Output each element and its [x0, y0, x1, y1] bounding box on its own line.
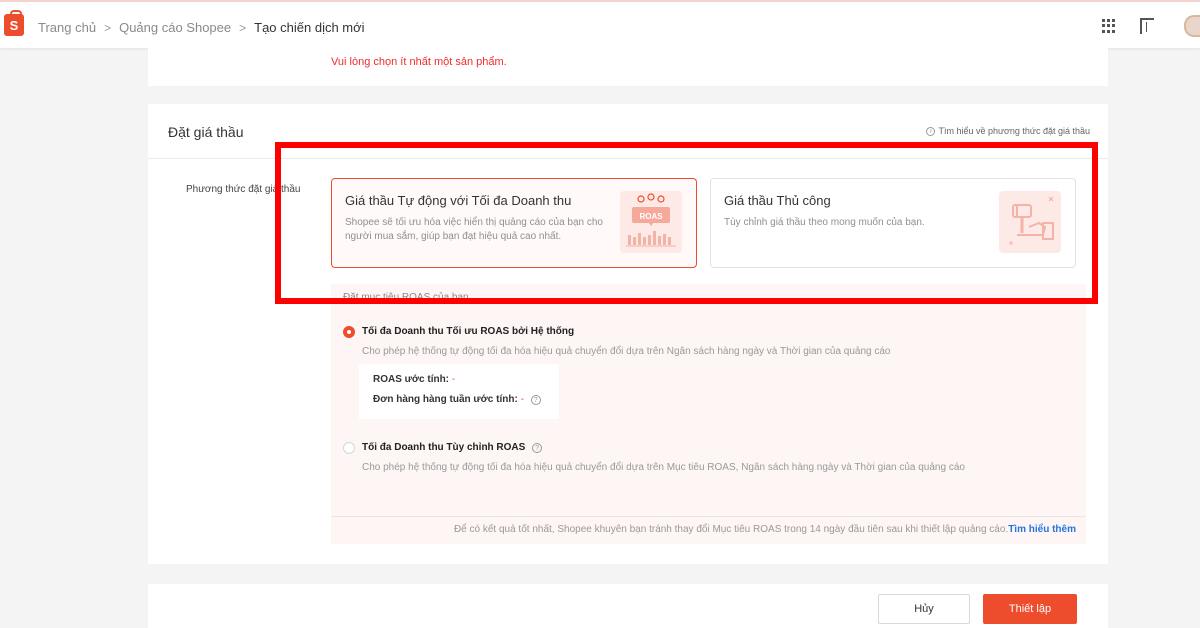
system-roas-description: Cho phép hệ thống tự động tối đa hóa hiệ… — [362, 346, 891, 357]
help-icon[interactable]: ? — [530, 395, 541, 405]
cancel-button[interactable]: Hủy — [878, 594, 970, 624]
divider — [331, 516, 1086, 517]
avatar[interactable] — [1184, 15, 1200, 37]
radio-custom-roas[interactable] — [343, 442, 355, 454]
custom-roas-description: Cho phép hệ thống tự động tối đa hóa hiệ… — [362, 462, 965, 473]
breadcrumb: Trang chủ > Quảng cáo Shopee > Tạo chiến… — [38, 20, 365, 35]
learn-bidding-text: Tìm hiểu về phương thức đặt giá thầu — [938, 126, 1090, 136]
system-roas-title: Tối đa Doanh thu Tối ưu ROAS bởi Hệ thốn… — [362, 326, 575, 337]
estimated-roas: ROAS ước tính: - — [373, 374, 456, 385]
product-section: Vui lòng chọn ít nhất một sản phẩm. — [148, 48, 1108, 86]
shopee-logo-icon[interactable]: S — [4, 10, 24, 36]
custom-roas-title: Tối đa Doanh thu Tùy chỉnh ROAS ? — [362, 442, 543, 453]
roas-tip: Để có kết quả tốt nhất, Shopee khuyên bạ… — [453, 524, 1076, 535]
breadcrumb-home[interactable]: Trang chủ — [38, 20, 96, 35]
roas-metrics-box: ROAS ước tính: - Đơn hàng hàng tuần ước … — [359, 364, 559, 419]
bidding-title: Đặt giá thầu — [168, 124, 244, 140]
highlight-box — [275, 142, 1098, 304]
breadcrumb-current: Tạo chiến dịch mới — [254, 20, 365, 35]
info-icon: i — [926, 126, 936, 136]
guide-book-icon[interactable] — [1140, 18, 1154, 34]
apps-grid-icon[interactable] — [1102, 19, 1116, 33]
action-bar: Hủy Thiết lập — [148, 584, 1108, 628]
estimated-weekly-orders: Đơn hàng hàng tuần ước tính: - ? — [373, 394, 541, 405]
product-error-message: Vui lòng chọn ít nhất một sản phẩm. — [331, 56, 507, 68]
chevron-right-icon: > — [104, 20, 112, 35]
radio-system-roas[interactable] — [343, 326, 355, 338]
setup-button[interactable]: Thiết lập — [983, 594, 1077, 624]
help-icon[interactable]: ? — [532, 443, 543, 453]
breadcrumb-shopee-ads[interactable]: Quảng cáo Shopee — [119, 20, 231, 35]
roas-target-panel: Đặt mục tiêu ROAS của bạn Tối đa Doanh t… — [331, 284, 1086, 544]
learn-bidding-link[interactable]: i Tìm hiểu về phương thức đặt giá thầu — [926, 126, 1090, 136]
learn-more-link[interactable]: Tìm hiểu thêm — [1008, 524, 1076, 535]
top-bar: S Trang chủ > Quảng cáo Shopee > Tạo chi… — [0, 0, 1200, 48]
chevron-right-icon: > — [239, 20, 247, 35]
